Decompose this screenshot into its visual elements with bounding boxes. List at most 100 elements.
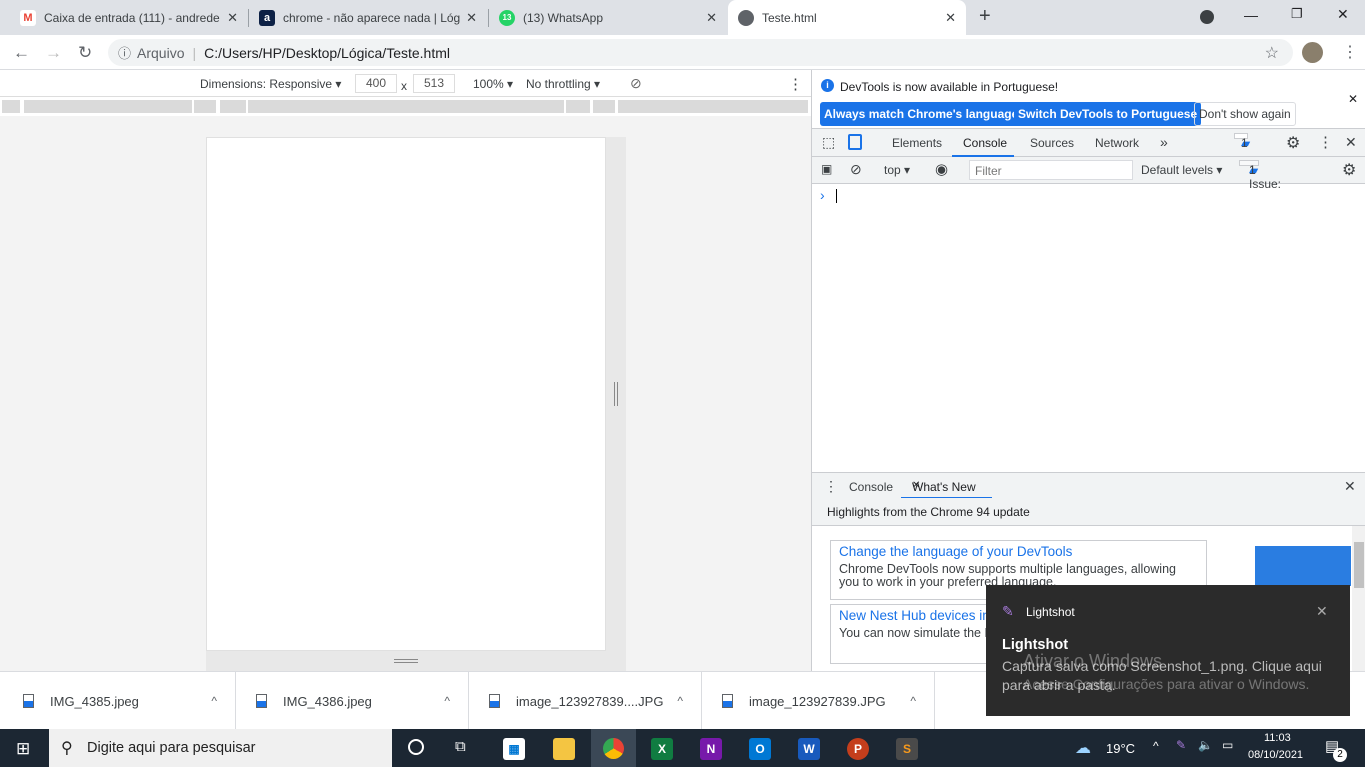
outlook-icon[interactable]: O bbox=[749, 738, 771, 760]
taskbar-search[interactable]: ⚲ Digite aqui para pesquisar bbox=[49, 729, 392, 767]
excel-icon[interactable]: X bbox=[651, 738, 673, 760]
chevron-up-icon[interactable]: ^ bbox=[677, 694, 683, 708]
context-selector[interactable]: top ▾ bbox=[884, 163, 910, 177]
tab-teste[interactable]: Teste.html ✕ bbox=[728, 0, 966, 35]
issues-button[interactable]: 1 Issue: ▰ 1 bbox=[1239, 160, 1281, 191]
filter-input[interactable]: Filter bbox=[969, 160, 1133, 180]
close-window-button[interactable]: ✕ bbox=[1337, 6, 1349, 23]
address-bar[interactable]: ⓘ Arquivo | C:/Users/HP/Desktop/Lógica/T… bbox=[108, 39, 1293, 66]
close-tab-icon[interactable]: ✕ bbox=[912, 480, 920, 491]
close-devtools-icon[interactable]: ✕ bbox=[1345, 134, 1357, 151]
reload-button[interactable]: ↻ bbox=[78, 43, 92, 63]
throttling-dropdown[interactable]: No throttling ▾ bbox=[526, 77, 600, 91]
chevron-up-icon[interactable]: ^ bbox=[444, 694, 450, 708]
tab-search-icon[interactable] bbox=[1200, 10, 1214, 24]
tab-sources[interactable]: Sources bbox=[1030, 136, 1074, 150]
download-filename: IMG_4386.jpeg bbox=[283, 693, 372, 709]
menu-icon[interactable]: ⋮ bbox=[1342, 42, 1358, 62]
tab-alura[interactable]: a chrome - não aparece nada | Lóg ✕ bbox=[249, 0, 487, 35]
lightshot-notification[interactable]: ✎ Lightshot ✕ Lightshot Captura salva co… bbox=[986, 585, 1350, 716]
issues-badge-count: 1 bbox=[1241, 136, 1248, 150]
tab-gmail[interactable]: M Caixa de entrada (111) - andrede ✕ bbox=[10, 0, 248, 35]
inspect-element-icon[interactable]: ⬚ bbox=[822, 134, 835, 151]
console-toolbar: ▣ ⊘ top ▾ ◉ Filter Default levels ▾ 1 Is… bbox=[812, 157, 1365, 191]
media-query-ruler[interactable] bbox=[0, 97, 811, 116]
word-icon[interactable]: W bbox=[798, 738, 820, 760]
bookmark-star-icon[interactable]: ☆ bbox=[1265, 43, 1279, 63]
tab-console[interactable]: Console bbox=[952, 129, 1014, 157]
restore-button[interactable]: ❐ bbox=[1291, 6, 1303, 22]
close-tab-icon[interactable]: ✕ bbox=[227, 10, 238, 26]
tab-elements[interactable]: Elements bbox=[892, 136, 942, 150]
store-icon[interactable]: ▦ bbox=[503, 738, 525, 760]
resize-handle-bottom[interactable] bbox=[206, 651, 626, 671]
weather-temp[interactable]: 19°C bbox=[1106, 741, 1135, 756]
width-input[interactable]: 400 bbox=[355, 74, 397, 93]
close-tab-icon[interactable]: ✕ bbox=[466, 10, 477, 26]
sidebar-toggle-icon[interactable]: ▣ bbox=[821, 162, 832, 176]
eye-icon[interactable]: ◉ bbox=[935, 160, 948, 178]
drawer-menu-icon[interactable]: ⋮ bbox=[824, 478, 838, 495]
close-tab-icon[interactable]: ✕ bbox=[706, 10, 717, 26]
drawer-tab-console[interactable]: Console bbox=[849, 480, 893, 494]
close-toast-icon[interactable]: ✕ bbox=[1316, 603, 1328, 620]
tab-title: (13) WhatsApp bbox=[523, 10, 604, 25]
windows-start-icon[interactable]: ⊞ bbox=[16, 739, 30, 759]
download-item[interactable]: IMG_4385.jpeg ^ bbox=[3, 672, 236, 730]
clock-time[interactable]: 11:03 bbox=[1264, 732, 1291, 744]
dimensions-dropdown[interactable]: Dimensions: Responsive ▾ bbox=[200, 77, 341, 91]
file-explorer-icon[interactable] bbox=[553, 738, 575, 760]
height-input[interactable]: 513 bbox=[413, 74, 455, 93]
chrome-taskbar-button[interactable] bbox=[591, 729, 636, 767]
lightshot-tray-icon[interactable]: ✎ bbox=[1176, 738, 1186, 752]
profile-avatar[interactable] bbox=[1302, 42, 1323, 63]
network-icon[interactable]: ▭ bbox=[1222, 738, 1233, 752]
forward-button[interactable]: → bbox=[45, 43, 62, 63]
device-toggle-icon[interactable] bbox=[848, 134, 862, 150]
close-infobar-icon[interactable]: ✕ bbox=[1348, 92, 1358, 106]
weather-icon[interactable]: ☁ bbox=[1075, 738, 1091, 758]
language-infobar: i DevTools is now available in Portugues… bbox=[812, 70, 1365, 128]
sublime-text-icon[interactable]: S bbox=[896, 738, 918, 760]
zoom-dropdown[interactable]: 100% ▾ bbox=[473, 77, 513, 91]
more-tabs-icon[interactable]: » bbox=[1160, 134, 1168, 150]
card-title[interactable]: Change the language of your DevTools bbox=[839, 545, 1198, 559]
console-settings-icon[interactable]: ⚙ bbox=[1342, 160, 1356, 180]
tab-whatsapp[interactable]: 13 (13) WhatsApp ✕ bbox=[489, 0, 727, 35]
drawer-tab-whats-new[interactable]: What's New ✕ bbox=[901, 473, 992, 499]
info-icon: ⓘ bbox=[118, 46, 132, 61]
rotate-icon[interactable]: ⊘ bbox=[630, 75, 642, 92]
scrollbar[interactable] bbox=[1352, 526, 1365, 671]
log-levels-dropdown[interactable]: Default levels ▾ bbox=[1141, 163, 1222, 177]
switch-to-portuguese-button[interactable]: Switch DevTools to Portuguese bbox=[1014, 102, 1202, 126]
back-button[interactable]: ← bbox=[13, 43, 30, 63]
dont-show-again-button[interactable]: Don't show again bbox=[1194, 102, 1296, 126]
search-placeholder: Digite aqui para pesquisar bbox=[87, 740, 256, 756]
clock-date[interactable]: 08/10/2021 bbox=[1248, 749, 1303, 761]
download-item[interactable]: image_123927839.JPG ^ bbox=[702, 672, 935, 730]
more-options-icon[interactable]: ⋮ bbox=[788, 75, 803, 93]
minimize-button[interactable]: — bbox=[1244, 7, 1258, 23]
task-view-icon[interactable]: ⧉ bbox=[455, 738, 466, 755]
onenote-icon[interactable]: N bbox=[700, 738, 722, 760]
cortana-icon[interactable] bbox=[408, 739, 424, 755]
alura-icon: a bbox=[259, 9, 275, 26]
resize-handle-right[interactable] bbox=[606, 137, 626, 651]
customize-menu-icon[interactable]: ⋮ bbox=[1318, 133, 1333, 151]
powerpoint-icon[interactable]: P bbox=[847, 738, 869, 760]
chevron-up-icon[interactable]: ^ bbox=[1153, 739, 1159, 753]
chevron-up-icon[interactable]: ^ bbox=[910, 694, 916, 708]
clear-console-icon[interactable]: ⊘ bbox=[850, 161, 862, 178]
volume-icon[interactable]: 🔈 bbox=[1198, 738, 1213, 752]
download-item[interactable]: IMG_4386.jpeg ^ bbox=[236, 672, 469, 730]
issues-badge[interactable]: ▰ 1 bbox=[1234, 133, 1250, 150]
close-drawer-icon[interactable]: ✕ bbox=[1344, 478, 1356, 495]
close-tab-icon[interactable]: ✕ bbox=[945, 10, 956, 26]
tab-network[interactable]: Network bbox=[1095, 136, 1139, 150]
always-match-language-button[interactable]: Always match Chrome's language bbox=[820, 102, 1023, 126]
new-tab-button[interactable]: + bbox=[979, 5, 991, 28]
download-item[interactable]: image_123927839....JPG ^ bbox=[469, 672, 702, 730]
settings-gear-icon[interactable]: ⚙ bbox=[1286, 133, 1300, 153]
chevron-up-icon[interactable]: ^ bbox=[211, 694, 217, 708]
console-output[interactable]: › bbox=[812, 184, 1365, 472]
